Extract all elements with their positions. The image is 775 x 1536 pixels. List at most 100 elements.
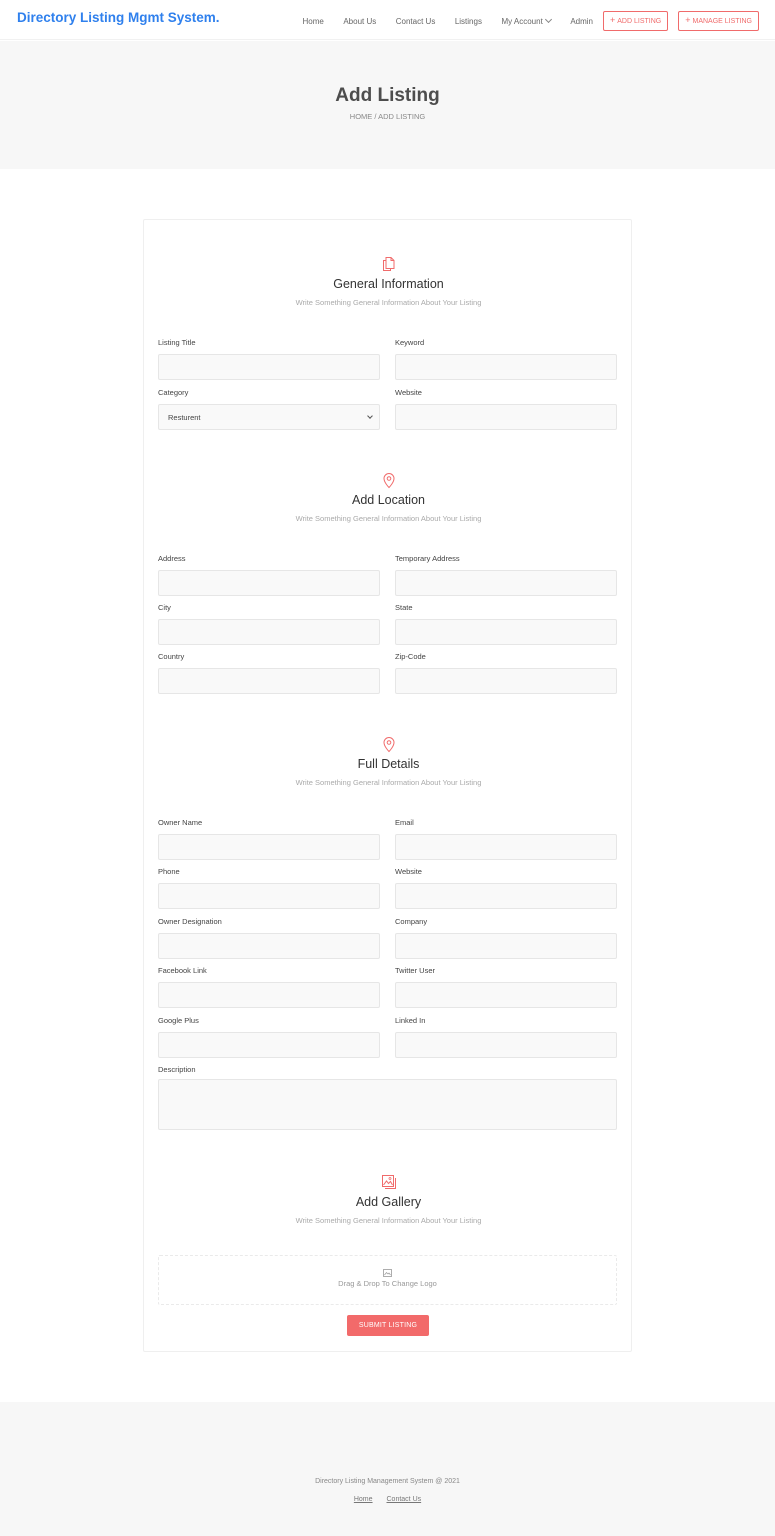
state-input[interactable]	[395, 619, 617, 645]
nav-my-account[interactable]: My Account	[501, 15, 552, 26]
company-label: Company	[395, 917, 428, 926]
phone-field: Phone	[158, 867, 380, 909]
zip-code-label: Zip-Code	[395, 652, 426, 661]
linked-in-label: Linked In	[395, 1016, 426, 1025]
breadcrumb: HOME / ADD LISTING	[349, 112, 426, 121]
chevron-down-icon	[367, 413, 373, 419]
address-label: Address	[158, 554, 186, 563]
website-field: Website	[395, 388, 617, 430]
copyright-text: Directory Listing Management System @ 20…	[315, 1478, 460, 1485]
twitter-user-field: Twitter User	[395, 966, 617, 1008]
general-information-header: General Information Write Something Gene…	[144, 255, 633, 307]
footer-link-contact-us[interactable]: Contact Us	[387, 1496, 422, 1503]
nav-home[interactable]: Home	[303, 17, 324, 26]
twitter-user-label: Twitter User	[395, 966, 436, 975]
nav-listings[interactable]: Listings	[455, 17, 482, 26]
section-subtitle: Write Something General Information Abou…	[295, 1216, 482, 1225]
city-field: City	[158, 603, 380, 645]
linked-in-input[interactable]	[395, 1032, 617, 1058]
description-textarea[interactable]	[158, 1079, 617, 1130]
section-subtitle: Write Something General Information Abou…	[295, 514, 482, 523]
keyword-field: Keyword	[395, 338, 617, 380]
phone-input[interactable]	[158, 883, 380, 909]
temporary-address-input[interactable]	[395, 570, 617, 596]
add-listing-label: ADD LISTING	[617, 18, 662, 25]
country-label: Country	[158, 652, 185, 661]
manage-listing-label: MANAGE LISTING	[692, 18, 752, 25]
owner-name-input[interactable]	[158, 834, 380, 860]
state-field: State	[395, 603, 617, 645]
details-website-label: Website	[395, 867, 422, 876]
nav-my-account-label: My Account	[501, 16, 543, 26]
section-subtitle: Write Something General Information Abou…	[295, 778, 482, 787]
country-input[interactable]	[158, 668, 380, 694]
facebook-link-field: Facebook Link	[158, 966, 380, 1008]
website-input[interactable]	[395, 404, 617, 430]
temporary-address-label: Temporary Address	[395, 554, 460, 563]
dropzone-text: Drag & Drop To Change Logo	[338, 1279, 437, 1288]
owner-designation-field: Owner Designation	[158, 917, 380, 959]
submit-listing-button[interactable]: SUBMIT LISTING	[347, 1315, 429, 1336]
footer-links: Home Contact Us	[0, 1496, 775, 1503]
twitter-user-input[interactable]	[395, 982, 617, 1008]
footer-link-home[interactable]: Home	[354, 1496, 373, 1503]
owner-name-label: Owner Name	[158, 818, 203, 827]
linked-in-field: Linked In	[395, 1016, 617, 1058]
company-field: Company	[395, 917, 617, 959]
company-input[interactable]	[395, 933, 617, 959]
email-label: Email	[395, 818, 414, 827]
main-nav: Home About Us Contact Us Listings My Acc…	[303, 11, 759, 31]
category-label: Category	[158, 388, 189, 397]
page-title: Add Listing	[335, 85, 440, 106]
email-input[interactable]	[395, 834, 617, 860]
phone-label: Phone	[158, 867, 180, 876]
google-plus-label: Google Plus	[158, 1016, 199, 1025]
owner-designation-input[interactable]	[158, 933, 380, 959]
page-title-banner: Add Listing HOME / ADD LISTING	[0, 41, 775, 169]
owner-designation-label: Owner Designation	[158, 917, 222, 926]
chevron-down-icon	[544, 15, 552, 23]
google-plus-field: Google Plus	[158, 1016, 380, 1058]
description-label: Description	[158, 1065, 196, 1074]
brand-logo[interactable]: Directory Listing Mgmt System.	[17, 10, 220, 25]
section-subtitle: Write Something General Information Abou…	[295, 298, 482, 307]
footer: Directory Listing Management System @ 20…	[0, 1402, 775, 1536]
facebook-link-input[interactable]	[158, 982, 380, 1008]
category-select[interactable]: Resturent	[158, 404, 380, 430]
listing-title-input[interactable]	[158, 354, 380, 380]
plus-icon: +	[685, 15, 691, 25]
add-gallery-header: Add Gallery Write Something General Info…	[144, 1173, 633, 1225]
logo-dropzone[interactable]: Drag & Drop To Change Logo	[158, 1255, 617, 1305]
manage-listing-button[interactable]: + MANAGE LISTING	[678, 11, 759, 31]
nav-about-us[interactable]: About Us	[343, 17, 376, 26]
google-plus-input[interactable]	[158, 1032, 380, 1058]
website-label: Website	[395, 388, 422, 397]
keyword-input[interactable]	[395, 354, 617, 380]
category-field: Category Resturent	[158, 388, 380, 430]
full-details-header: Full Details Write Something General Inf…	[144, 735, 633, 787]
image-gallery-icon	[381, 1175, 396, 1189]
map-pin-icon	[382, 737, 395, 753]
city-label: City	[158, 603, 171, 612]
image-upload-icon	[383, 1269, 392, 1277]
section-title: Full Details	[357, 757, 420, 771]
address-input[interactable]	[158, 570, 380, 596]
details-website-field: Website	[395, 867, 617, 909]
state-label: State	[395, 603, 413, 612]
email-field: Email	[395, 818, 617, 860]
nav-admin[interactable]: Admin	[570, 17, 593, 26]
country-field: Country	[158, 652, 380, 694]
plus-icon: +	[610, 15, 616, 25]
nav-contact-us[interactable]: Contact Us	[396, 17, 436, 26]
add-listing-button[interactable]: + ADD LISTING	[603, 11, 669, 31]
details-website-input[interactable]	[395, 883, 617, 909]
address-field: Address	[158, 554, 380, 596]
zip-code-input[interactable]	[395, 668, 617, 694]
add-location-header: Add Location Write Something General Inf…	[144, 471, 633, 523]
top-navbar: Directory Listing Mgmt System. Home Abou…	[0, 0, 775, 40]
owner-name-field: Owner Name	[158, 818, 380, 860]
section-title: Add Gallery	[355, 1195, 422, 1209]
listing-title-label: Listing Title	[158, 338, 196, 347]
city-input[interactable]	[158, 619, 380, 645]
facebook-link-label: Facebook Link	[158, 966, 207, 975]
